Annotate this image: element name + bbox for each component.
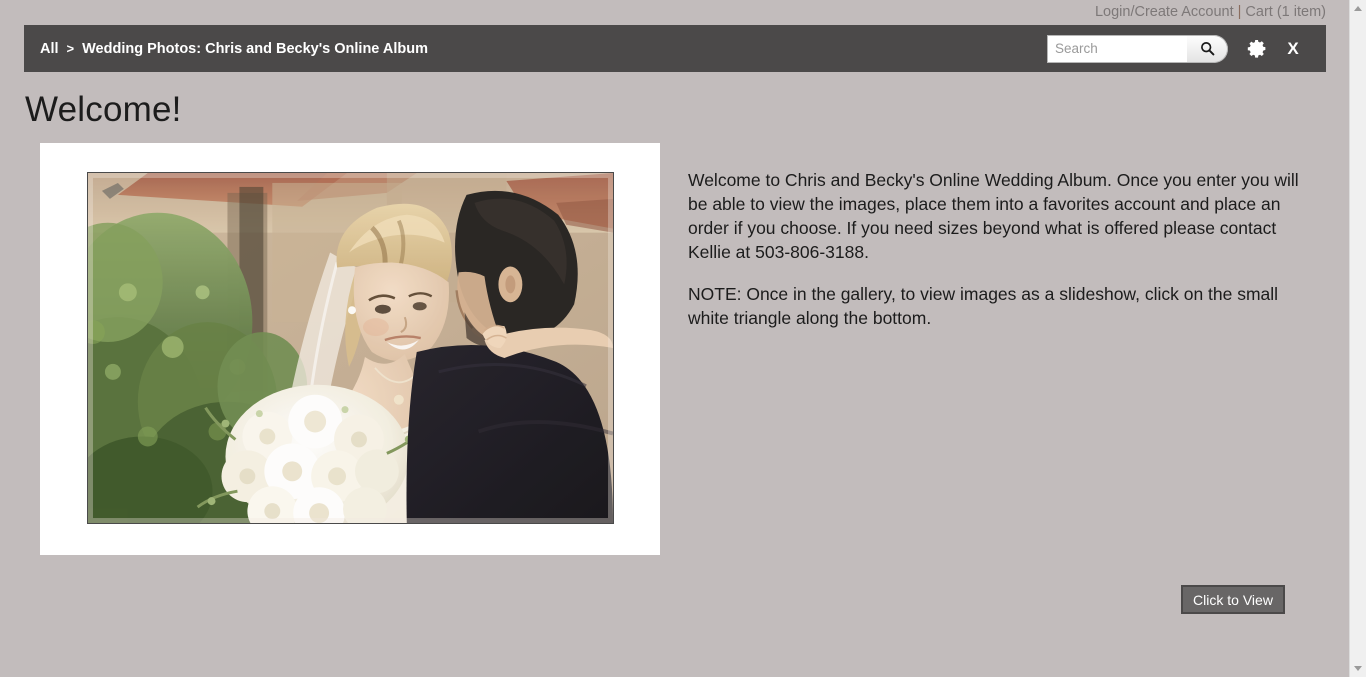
gear-icon <box>1247 40 1265 58</box>
chevron-down-icon <box>1354 666 1362 671</box>
wedding-photo-image <box>88 173 613 523</box>
navigation-header: All > Wedding Photos: Chris and Becky's … <box>24 25 1326 72</box>
header-tools: X <box>1047 34 1326 63</box>
breadcrumb-item-all[interactable]: All <box>40 41 59 57</box>
page-viewport: Login/Create Account | Cart (1 item) All… <box>0 0 1349 677</box>
page-title: Welcome! <box>25 90 182 129</box>
scrollbar-up-arrow[interactable] <box>1350 0 1366 17</box>
chevron-up-icon <box>1354 6 1362 11</box>
featured-photo[interactable] <box>87 172 614 524</box>
page-scrollbar[interactable] <box>1349 0 1366 677</box>
login-create-account-link[interactable]: Login/Create Account <box>1095 4 1234 20</box>
click-to-view-button[interactable]: Click to View <box>1181 585 1285 614</box>
welcome-paragraph-2: NOTE: Once in the gallery, to view image… <box>688 284 1279 328</box>
breadcrumb-item-current: Wedding Photos: Chris and Becky's Online… <box>82 40 428 57</box>
search-input[interactable] <box>1047 34 1187 63</box>
search-icon <box>1200 42 1214 56</box>
photo-card <box>40 143 660 555</box>
welcome-copy: Welcome to Chris and Becky's Online Wedd… <box>688 168 1310 348</box>
welcome-paragraph-1: Welcome to Chris and Becky's Online Wedd… <box>688 170 1299 262</box>
close-button[interactable]: X <box>1282 36 1304 62</box>
top-utility-bar: Login/Create Account | Cart (1 item) <box>0 0 1349 23</box>
scrollbar-down-arrow[interactable] <box>1350 660 1366 677</box>
scrollbar-thumb[interactable] <box>1351 18 1365 658</box>
search-group <box>1047 34 1228 63</box>
breadcrumb: All > Wedding Photos: Chris and Becky's … <box>24 41 428 57</box>
breadcrumb-separator: > <box>66 41 75 56</box>
search-submit-button[interactable] <box>1187 34 1228 63</box>
cart-link[interactable]: Cart (1 item) <box>1245 4 1326 20</box>
top-bar-separator: | <box>1237 3 1242 20</box>
settings-button[interactable] <box>1244 36 1270 62</box>
